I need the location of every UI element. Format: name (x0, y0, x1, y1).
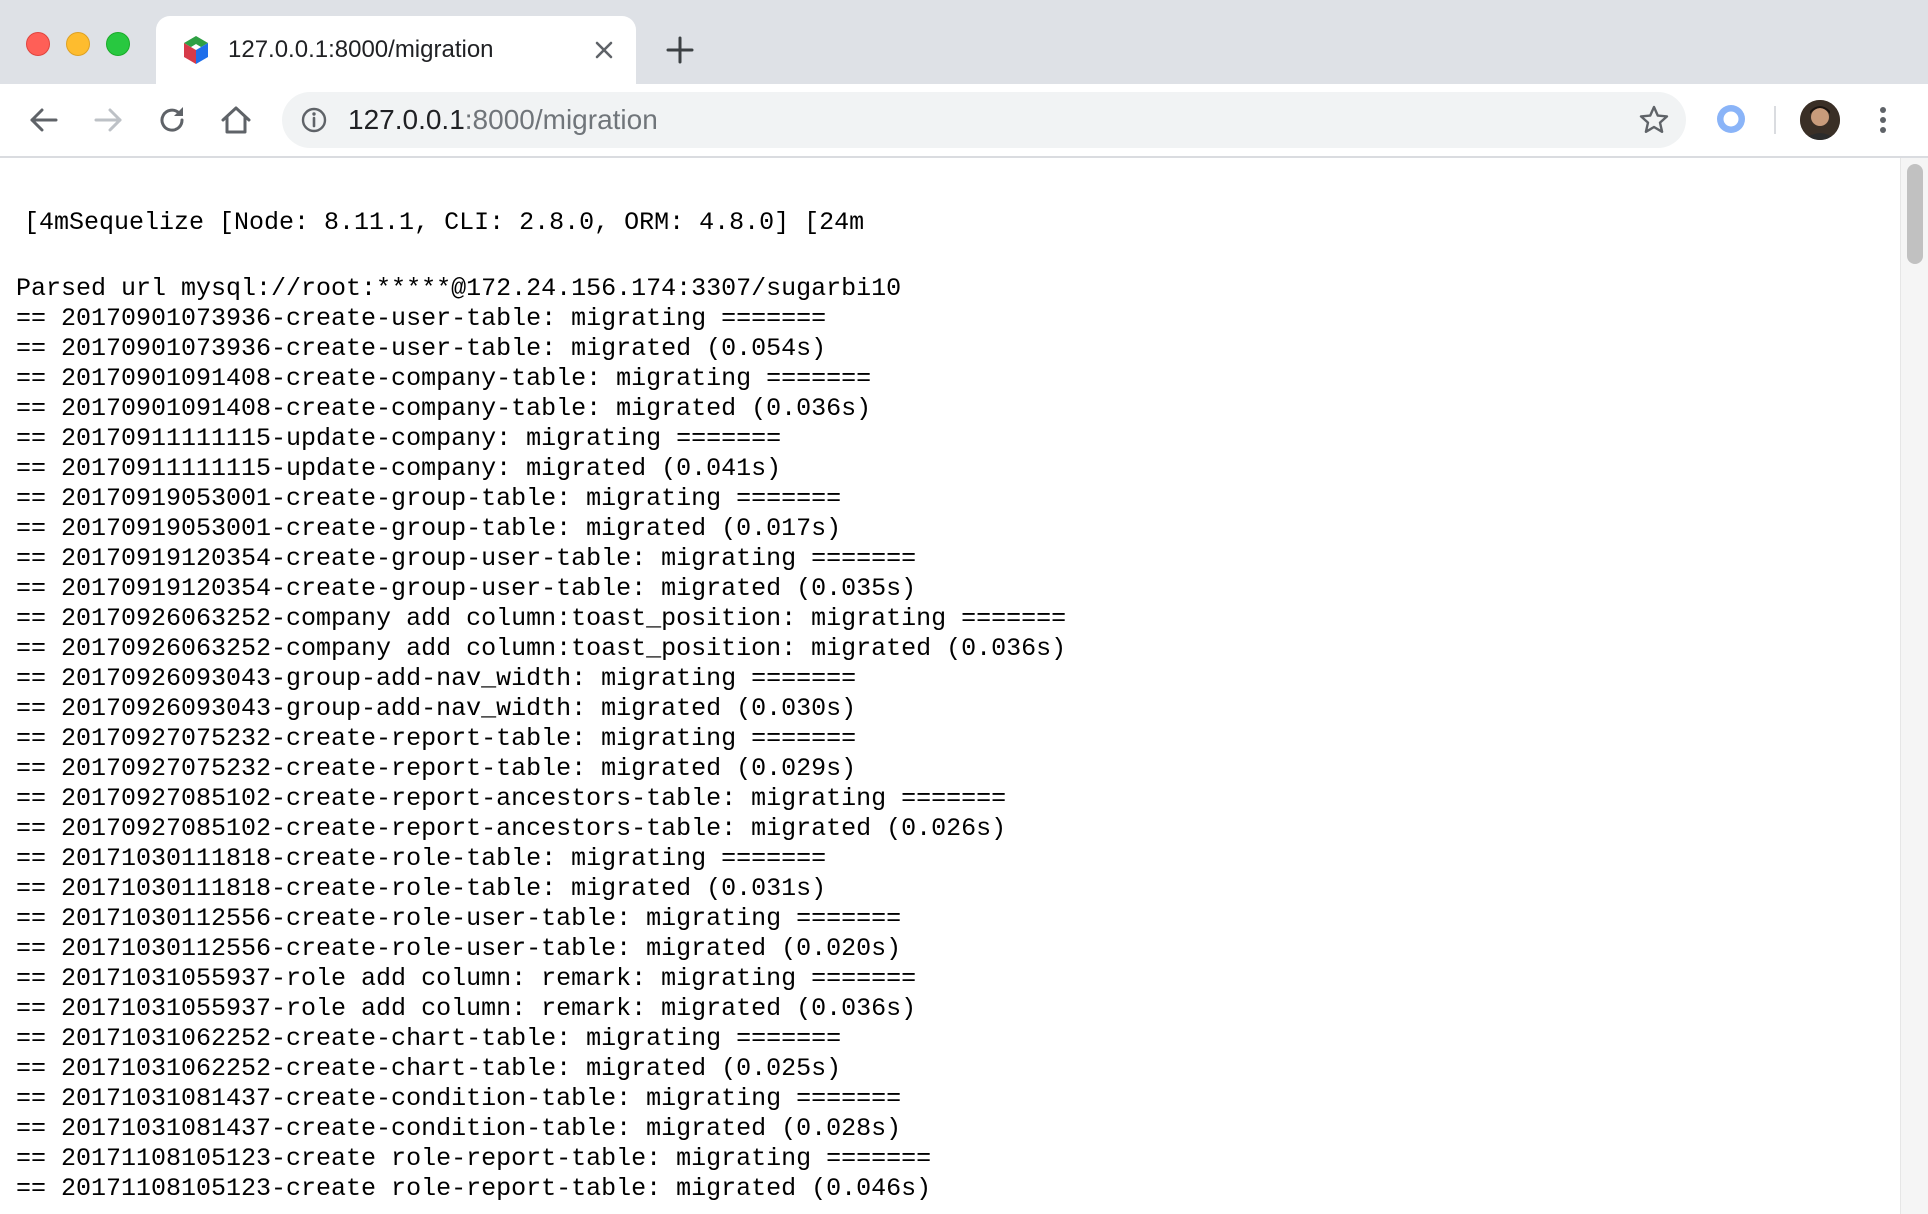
arrow-right-icon[interactable] (88, 100, 128, 140)
log-line: == 20171031081437-create-condition-table… (16, 1084, 902, 1113)
log-line: == 20171031081437-create-condition-table… (16, 1114, 902, 1143)
profile-photo-icon (1800, 100, 1840, 140)
home-icon[interactable] (216, 100, 256, 140)
avatar[interactable] (1800, 100, 1840, 140)
log-line: == 20170901091408-create-company-table: … (16, 364, 872, 393)
scrollbar-thumb[interactable] (1907, 164, 1923, 264)
migration-log: [4mSequelize [Node: 8.11.1, CLI: 2.8.0, … (0, 158, 1900, 1204)
log-line: == 20171030111818-create-role-table: mig… (16, 874, 827, 903)
plus-icon[interactable] (662, 32, 698, 68)
log-header: [4mSequelize [Node: 8.11.1, CLI: 2.8.0, … (24, 208, 865, 237)
browser-tab[interactable]: 127.0.0.1:8000/migration (156, 16, 636, 84)
log-line: == 20170901073936-create-user-table: mig… (16, 304, 827, 333)
reload-icon[interactable] (152, 100, 192, 140)
page-content: [4mSequelize [Node: 8.11.1, CLI: 2.8.0, … (0, 158, 1900, 1214)
log-line: == 20170911111115-update-company: migrat… (16, 454, 782, 483)
log-line: == 20171031055937-role add column: remar… (16, 964, 917, 993)
arrow-left-icon[interactable] (24, 100, 64, 140)
log-line: == 20170927075232-create-report-table: m… (16, 754, 857, 783)
url-text[interactable]: 127.0.0.1:8000/migration (348, 104, 658, 136)
log-line: == 20170901073936-create-user-table: mig… (16, 334, 827, 363)
vertical-scrollbar[interactable] (1900, 158, 1928, 1214)
toolbar-divider (1774, 106, 1776, 134)
window-minimize-button[interactable] (66, 32, 90, 56)
kebab-menu-icon[interactable] (1868, 100, 1898, 140)
log-line: == 20171030111818-create-role-table: mig… (16, 844, 827, 873)
log-line: == 20170926063252-company add column:toa… (16, 604, 1067, 633)
log-line: == 20170901091408-create-company-table: … (16, 394, 872, 423)
log-line: == 20171031062252-create-chart-table: mi… (16, 1054, 842, 1083)
star-icon[interactable] (1638, 104, 1670, 136)
log-line: == 20171030112556-create-role-user-table… (16, 934, 902, 963)
log-line: == 20170927085102-create-report-ancestor… (16, 784, 1007, 813)
tab-title: 127.0.0.1:8000/migration (228, 36, 494, 63)
log-line: == 20171108105123-create role-report-tab… (16, 1144, 932, 1173)
window-close-button[interactable] (26, 32, 50, 56)
url-path: :8000/migration (464, 104, 658, 135)
log-line: == 20171031055937-role add column: remar… (16, 994, 917, 1023)
log-line: == 20171031062252-create-chart-table: mi… (16, 1024, 842, 1053)
log-line: Parsed url mysql://root:*****@172.24.156… (16, 274, 902, 303)
url-host: 127.0.0.1 (348, 104, 465, 135)
tab-strip: 127.0.0.1:8000/migration (0, 0, 1928, 84)
log-line: == 20170927075232-create-report-table: m… (16, 724, 857, 753)
log-line: == 20170919120354-create-group-user-tabl… (16, 544, 917, 573)
info-icon[interactable] (300, 106, 328, 134)
browser-toolbar: 127.0.0.1:8000/migration (0, 84, 1928, 158)
log-line: == 20170911111115-update-company: migrat… (16, 424, 782, 453)
favicon-icon (184, 36, 208, 64)
log-line: == 20170926063252-company add column:toa… (16, 634, 1067, 663)
log-line: == 20170926093043-group-add-nav_width: m… (16, 664, 857, 693)
log-line: == 20170919053001-create-group-table: mi… (16, 514, 842, 543)
close-icon[interactable] (590, 36, 618, 64)
log-line: == 20170926093043-group-add-nav_width: m… (16, 694, 857, 723)
extension-icon[interactable] (1714, 102, 1748, 136)
log-line: == 20170919120354-create-group-user-tabl… (16, 574, 917, 603)
log-line: == 20171030112556-create-role-user-table… (16, 904, 902, 933)
log-line: == 20170927085102-create-report-ancestor… (16, 814, 1007, 843)
log-line: == 20170919053001-create-group-table: mi… (16, 484, 842, 513)
address-bar[interactable]: 127.0.0.1:8000/migration (282, 92, 1686, 148)
log-line: == 20171108105123-create role-report-tab… (16, 1174, 932, 1203)
window-zoom-button[interactable] (106, 32, 130, 56)
